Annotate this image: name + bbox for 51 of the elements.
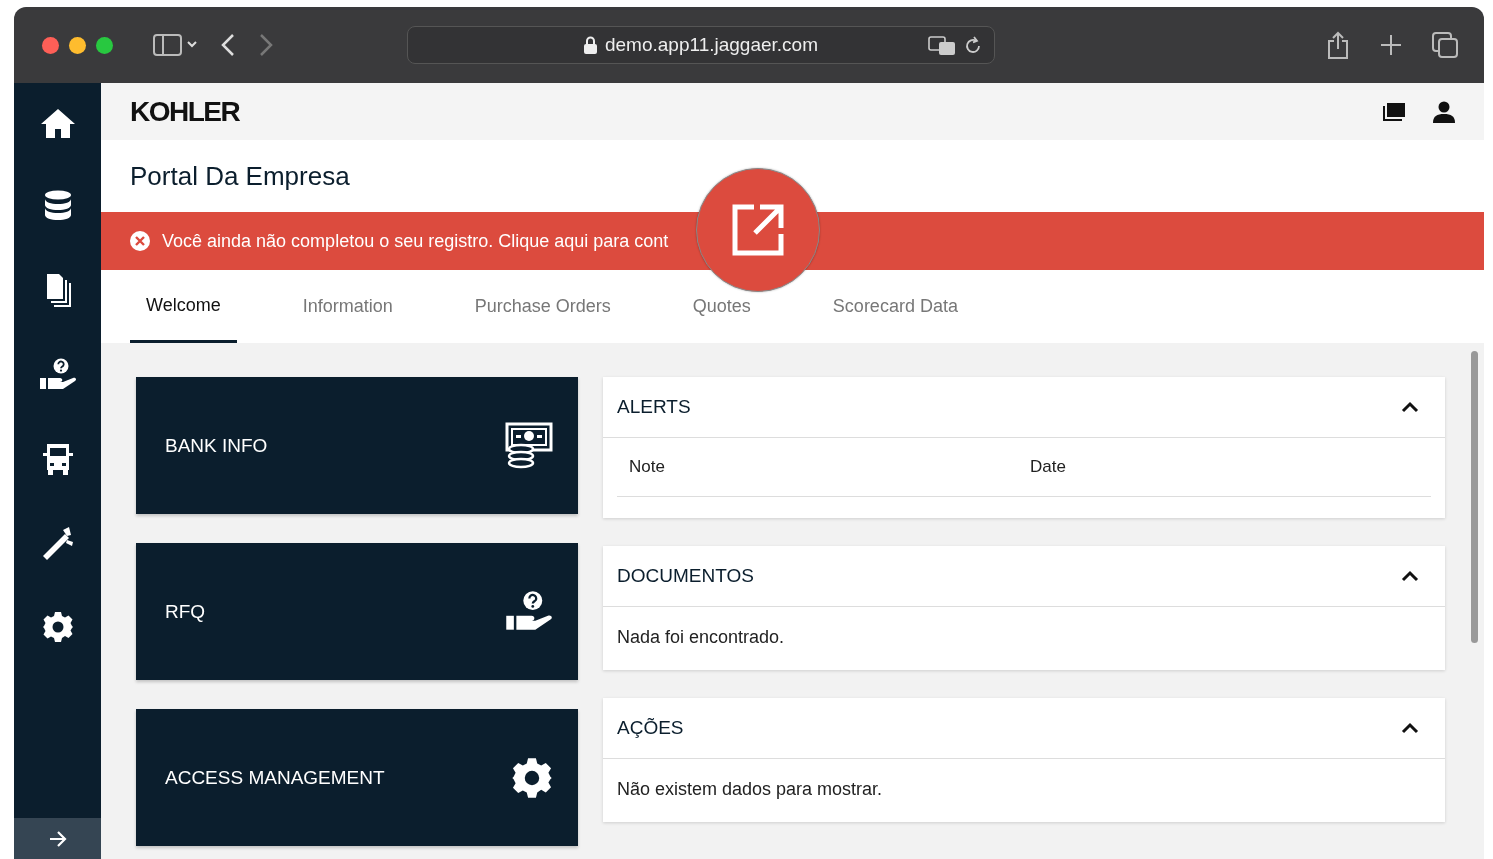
column-header: Note bbox=[629, 457, 666, 477]
hand-question-icon[interactable] bbox=[38, 358, 77, 392]
tab[interactable]: Purchase Orders bbox=[468, 270, 617, 343]
alert-banner[interactable]: Você ainda não completou o seu registro. Clique aqui para cont bbox=[101, 212, 1484, 270]
database-icon[interactable] bbox=[43, 190, 72, 222]
close-button[interactable] bbox=[42, 36, 59, 54]
user-icon[interactable] bbox=[1433, 100, 1455, 123]
reload-icon[interactable] bbox=[964, 36, 982, 56]
panel-title: AÇÕES bbox=[617, 717, 684, 739]
share-icon[interactable] bbox=[1326, 31, 1350, 59]
home-icon[interactable] bbox=[39, 107, 76, 139]
company-logo: KOHLER bbox=[130, 95, 240, 128]
tile-button[interactable]: ACCESS MANAGEMENT bbox=[136, 709, 578, 846]
chevron-up-icon bbox=[1401, 570, 1419, 582]
tile-button[interactable]: BANK INFO bbox=[136, 377, 578, 514]
lock-icon bbox=[584, 36, 597, 54]
url-text: demo.app11.jaggaer.com bbox=[605, 34, 818, 56]
collapse-toggle[interactable] bbox=[1401, 401, 1419, 413]
chevron-up-icon bbox=[1401, 401, 1419, 413]
forward-icon[interactable] bbox=[259, 33, 273, 57]
money-coins-icon bbox=[505, 421, 553, 470]
scrollbar[interactable] bbox=[1471, 351, 1478, 643]
collapse-toggle[interactable] bbox=[1401, 722, 1419, 734]
back-icon[interactable] bbox=[221, 33, 235, 57]
tab[interactable]: Information bbox=[296, 270, 399, 343]
address-bar[interactable]: demo.app11.jaggaer.com bbox=[407, 26, 995, 64]
tab[interactable]: Quotes bbox=[686, 270, 757, 343]
truck-icon[interactable] bbox=[42, 443, 73, 475]
page-title: Portal Da Empresa bbox=[130, 160, 350, 192]
empty-message: Nada foi encontrado. bbox=[616, 626, 786, 649]
zoom-button[interactable] bbox=[96, 36, 113, 54]
panel-title: DOCUMENTOS bbox=[617, 565, 754, 587]
tab[interactable]: Welcome bbox=[130, 270, 237, 343]
external-link-icon bbox=[730, 202, 786, 258]
settings-icon[interactable] bbox=[41, 611, 74, 643]
tab[interactable]: Scorecard Data bbox=[826, 270, 964, 343]
messages-icon[interactable] bbox=[1383, 102, 1405, 121]
column-header: Date bbox=[1030, 457, 1067, 477]
arrow-right-icon bbox=[48, 830, 67, 847]
tile-button[interactable]: RFQ bbox=[136, 543, 578, 680]
sidebar-toggle-icon[interactable] bbox=[153, 33, 197, 57]
empty-message: Não existem dados para mostrar. bbox=[616, 778, 884, 801]
error-icon bbox=[130, 231, 150, 251]
plus-icon[interactable] bbox=[1380, 34, 1402, 56]
settings-icon bbox=[511, 756, 553, 799]
collapse-toggle[interactable] bbox=[1401, 570, 1419, 582]
minimize-button[interactable] bbox=[69, 36, 86, 54]
tabs-overview-icon[interactable] bbox=[1432, 32, 1458, 58]
panel-title: ALERTS bbox=[617, 396, 691, 418]
banner-text: Você ainda não completou o seu registro. Clique aqui para cont bbox=[162, 230, 669, 252]
chevron-up-icon bbox=[1401, 722, 1419, 734]
